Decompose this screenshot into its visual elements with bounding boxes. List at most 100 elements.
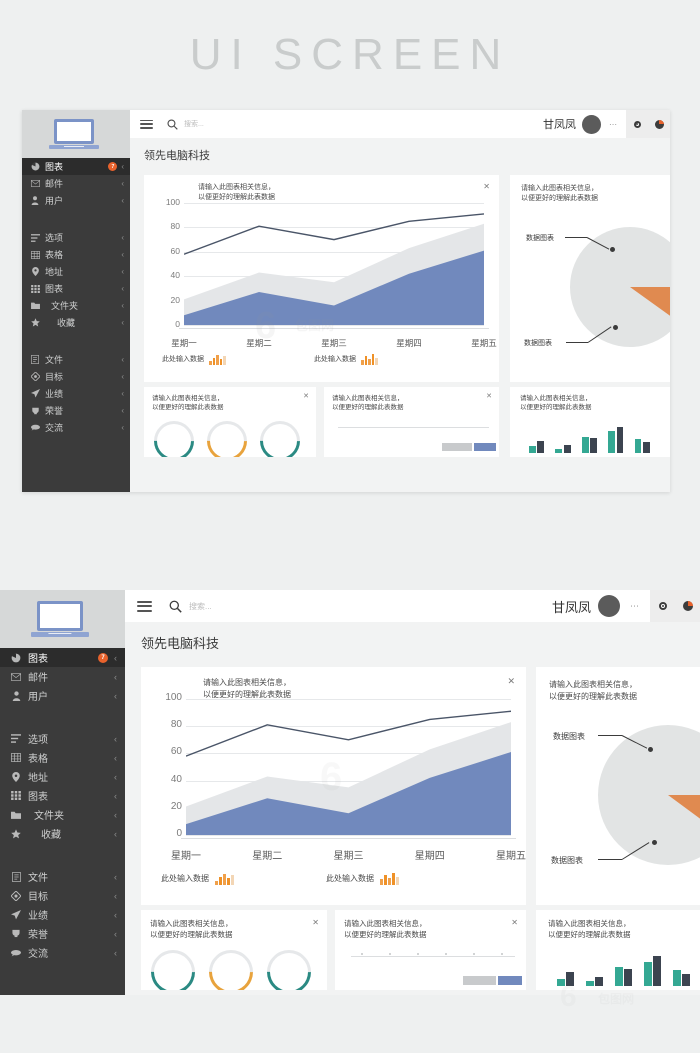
card-footer-item-2[interactable]: 此处输入数据 bbox=[326, 872, 400, 885]
settings-button[interactable] bbox=[626, 110, 648, 138]
sidebar-item-communication[interactable]: 交流 ‹ bbox=[0, 943, 125, 962]
card-footer-item-1[interactable]: 此处输入数据 bbox=[161, 872, 235, 885]
bar bbox=[590, 438, 598, 453]
mini-bar-chart-icon bbox=[215, 872, 235, 885]
chevron-left-icon: ‹ bbox=[121, 267, 124, 276]
hamburger-icon[interactable] bbox=[140, 119, 153, 129]
sidebar-item-user[interactable]: 用户 ‹ bbox=[22, 192, 130, 209]
sidebar-item-charts-2[interactable]: 图表 ‹ bbox=[0, 786, 125, 805]
sidebar-item-charts-2[interactable]: 图表 ‹ bbox=[22, 280, 130, 297]
search-input[interactable]: 搜索... bbox=[153, 118, 543, 130]
sidebar-item-mail[interactable]: 邮件 ‹ bbox=[22, 175, 130, 192]
sidebar-item-address[interactable]: 地址 ‹ bbox=[0, 767, 125, 786]
bar bbox=[644, 961, 652, 986]
chevron-left-icon: ‹ bbox=[114, 890, 117, 901]
mini-bar-gray-top bbox=[442, 443, 472, 451]
notification-button[interactable] bbox=[648, 110, 670, 138]
card-footer-item-1-top[interactable]: 此处输入数据 bbox=[162, 353, 227, 365]
sidebar-item-favorites[interactable]: 收藏 ‹ bbox=[0, 824, 125, 843]
pie-badge-icon bbox=[682, 601, 693, 611]
pie-chart-top bbox=[570, 227, 670, 347]
search-input[interactable]: 搜索... bbox=[152, 600, 552, 613]
bar bbox=[586, 981, 594, 986]
sidebar-nav-top: 图表 7 ‹ 邮件 ‹ 用户 ‹ 选项 ‹ 表格 ‹ 地址 ‹ 图表 ‹ 文件夹… bbox=[22, 158, 130, 492]
x-axis-tick: 星期二 bbox=[252, 851, 283, 862]
sidebar-item-favorites[interactable]: 收藏 ‹ bbox=[22, 314, 130, 331]
sidebar-item-performance[interactable]: 业绩 ‹ bbox=[0, 905, 125, 924]
sidebar-item-honor[interactable]: 荣誉 ‹ bbox=[22, 402, 130, 419]
sidebar-item-communication[interactable]: 交流 ‹ bbox=[22, 419, 130, 436]
sidebar-nav: 图表 7 ‹ 邮件 ‹ 用户 ‹ 选项 ‹ 表格 ‹ 地址 ‹ 图表 ‹ 文件夹… bbox=[0, 648, 125, 995]
sidebar-item-honor[interactable]: 荣誉 ‹ bbox=[0, 924, 125, 943]
sidebar-item-label: 文件夹 bbox=[51, 301, 79, 311]
grid-icon bbox=[8, 788, 24, 804]
x-axis-line bbox=[179, 328, 489, 329]
sidebar-item-label: 荣誉 bbox=[45, 406, 64, 416]
gauge-1 bbox=[141, 940, 205, 990]
pie-badge-icon bbox=[654, 119, 664, 129]
more-options-icon[interactable]: ⋯ bbox=[620, 601, 650, 612]
page-title: 领先电脑科技 bbox=[130, 138, 670, 171]
brand-logo-top[interactable] bbox=[22, 110, 130, 158]
sidebar-item-label: 业绩 bbox=[45, 389, 64, 399]
window-controls bbox=[650, 590, 700, 622]
card-footer-item-2-top[interactable]: 此处输入数据 bbox=[314, 353, 379, 365]
bar bbox=[555, 448, 563, 453]
sidebar-item-table[interactable]: 表格 ‹ bbox=[0, 748, 125, 767]
sidebar-item-folder[interactable]: 文件夹 ‹ bbox=[0, 805, 125, 824]
window-main: 图表 7 ‹ 邮件 ‹ 用户 ‹ 选项 ‹ 表格 ‹ 地址 ‹ 图表 ‹ 文件夹… bbox=[0, 590, 700, 995]
settings-button[interactable] bbox=[650, 590, 675, 622]
card-main-chart: 请输入此图表相关信息， 以便更好的理解此表数据 ✕ 0 20 40 60 80 100 星期… bbox=[141, 667, 526, 905]
sidebar-item-target[interactable]: 目标 ‹ bbox=[22, 368, 130, 385]
bar bbox=[529, 446, 536, 453]
window-preview-top: 图表 7 ‹ 邮件 ‹ 用户 ‹ 选项 ‹ 表格 ‹ 地址 ‹ 图表 ‹ 文件夹… bbox=[22, 110, 670, 492]
brand-logo[interactable] bbox=[0, 590, 125, 648]
close-icon[interactable]: ✕ bbox=[483, 181, 490, 193]
close-icon[interactable]: ✕ bbox=[511, 917, 518, 929]
chevron-left-icon: ‹ bbox=[114, 790, 117, 801]
close-icon[interactable]: ✕ bbox=[303, 392, 309, 402]
x-axis-tick: 星期一 bbox=[171, 851, 201, 862]
chevron-left-icon: ‹ bbox=[114, 733, 117, 744]
user-name[interactable]: 甘凤凤 bbox=[552, 597, 598, 616]
search-placeholder: 搜索... bbox=[189, 601, 212, 611]
notification-button[interactable] bbox=[675, 590, 700, 622]
x-axis-tick: 星期五 bbox=[471, 338, 497, 348]
search-placeholder: 搜索... bbox=[184, 121, 204, 128]
card-main-chart-top: 请输入此图表相关信息， 以便更好的理解此表数据 ✕ 0 20 40 60 80 100 星期… bbox=[144, 175, 499, 382]
sidebar-item-table[interactable]: 表格 ‹ bbox=[22, 246, 130, 263]
sidebar-item-charts[interactable]: 图表 7 ‹ bbox=[22, 158, 130, 175]
dashboard: 请输入此图表相关信息， 以便更好的理解此表数据 ✕ 0 20 40 60 80 100 星期… bbox=[125, 661, 700, 995]
x-axis-tick: 星期四 bbox=[414, 851, 445, 862]
sidebar-item-performance[interactable]: 业绩 ‹ bbox=[22, 385, 130, 402]
gauge-row bbox=[141, 940, 321, 990]
y-axis-tick: 40 bbox=[170, 270, 180, 281]
sidebar-item-files[interactable]: 文件 ‹ bbox=[22, 351, 130, 368]
sidebar-item-folder[interactable]: 文件夹 ‹ bbox=[22, 297, 130, 314]
avatar[interactable] bbox=[598, 595, 620, 617]
chevron-left-icon: ‹ bbox=[114, 909, 117, 920]
more-options-icon[interactable]: ⋯ bbox=[601, 120, 626, 129]
sidebar-item-label: 选项 bbox=[45, 233, 64, 243]
sidebar-item-charts[interactable]: 图表 7 ‹ bbox=[0, 648, 125, 667]
sidebar-item-label: 表格 bbox=[45, 250, 64, 260]
mini-bar-chart-icon bbox=[361, 353, 379, 365]
sidebar-item-options[interactable]: 选项 ‹ bbox=[0, 729, 125, 748]
sidebar-item-files[interactable]: 文件 ‹ bbox=[0, 867, 125, 886]
hamburger-icon[interactable] bbox=[137, 600, 152, 612]
avatar[interactable] bbox=[582, 114, 601, 134]
sidebar-item-address[interactable]: 地址 ‹ bbox=[22, 263, 130, 280]
chat-icon bbox=[28, 421, 42, 435]
chevron-left-icon: ‹ bbox=[121, 406, 124, 415]
sidebar-item-user[interactable]: 用户 ‹ bbox=[0, 686, 125, 705]
sidebar-group-3-top: 文件 ‹ 目标 ‹ 业绩 ‹ 荣誉 ‹ 交流 ‹ bbox=[22, 351, 130, 436]
user-name[interactable]: 甘凤凤 bbox=[543, 116, 582, 132]
sidebar-item-target[interactable]: 目标 ‹ bbox=[0, 886, 125, 905]
x-axis-tick: 星期四 bbox=[396, 338, 422, 348]
close-icon[interactable]: ✕ bbox=[507, 675, 515, 688]
close-icon[interactable]: ✕ bbox=[312, 917, 319, 929]
close-icon[interactable]: ✕ bbox=[486, 392, 492, 402]
sidebar-item-mail[interactable]: 邮件 ‹ bbox=[0, 667, 125, 686]
card-pie-top: 请输入此图表相关信息， 以便更好的理解此表数据 数据图表 数据图表 bbox=[510, 175, 670, 382]
sidebar-item-options[interactable]: 选项 ‹ bbox=[22, 229, 130, 246]
